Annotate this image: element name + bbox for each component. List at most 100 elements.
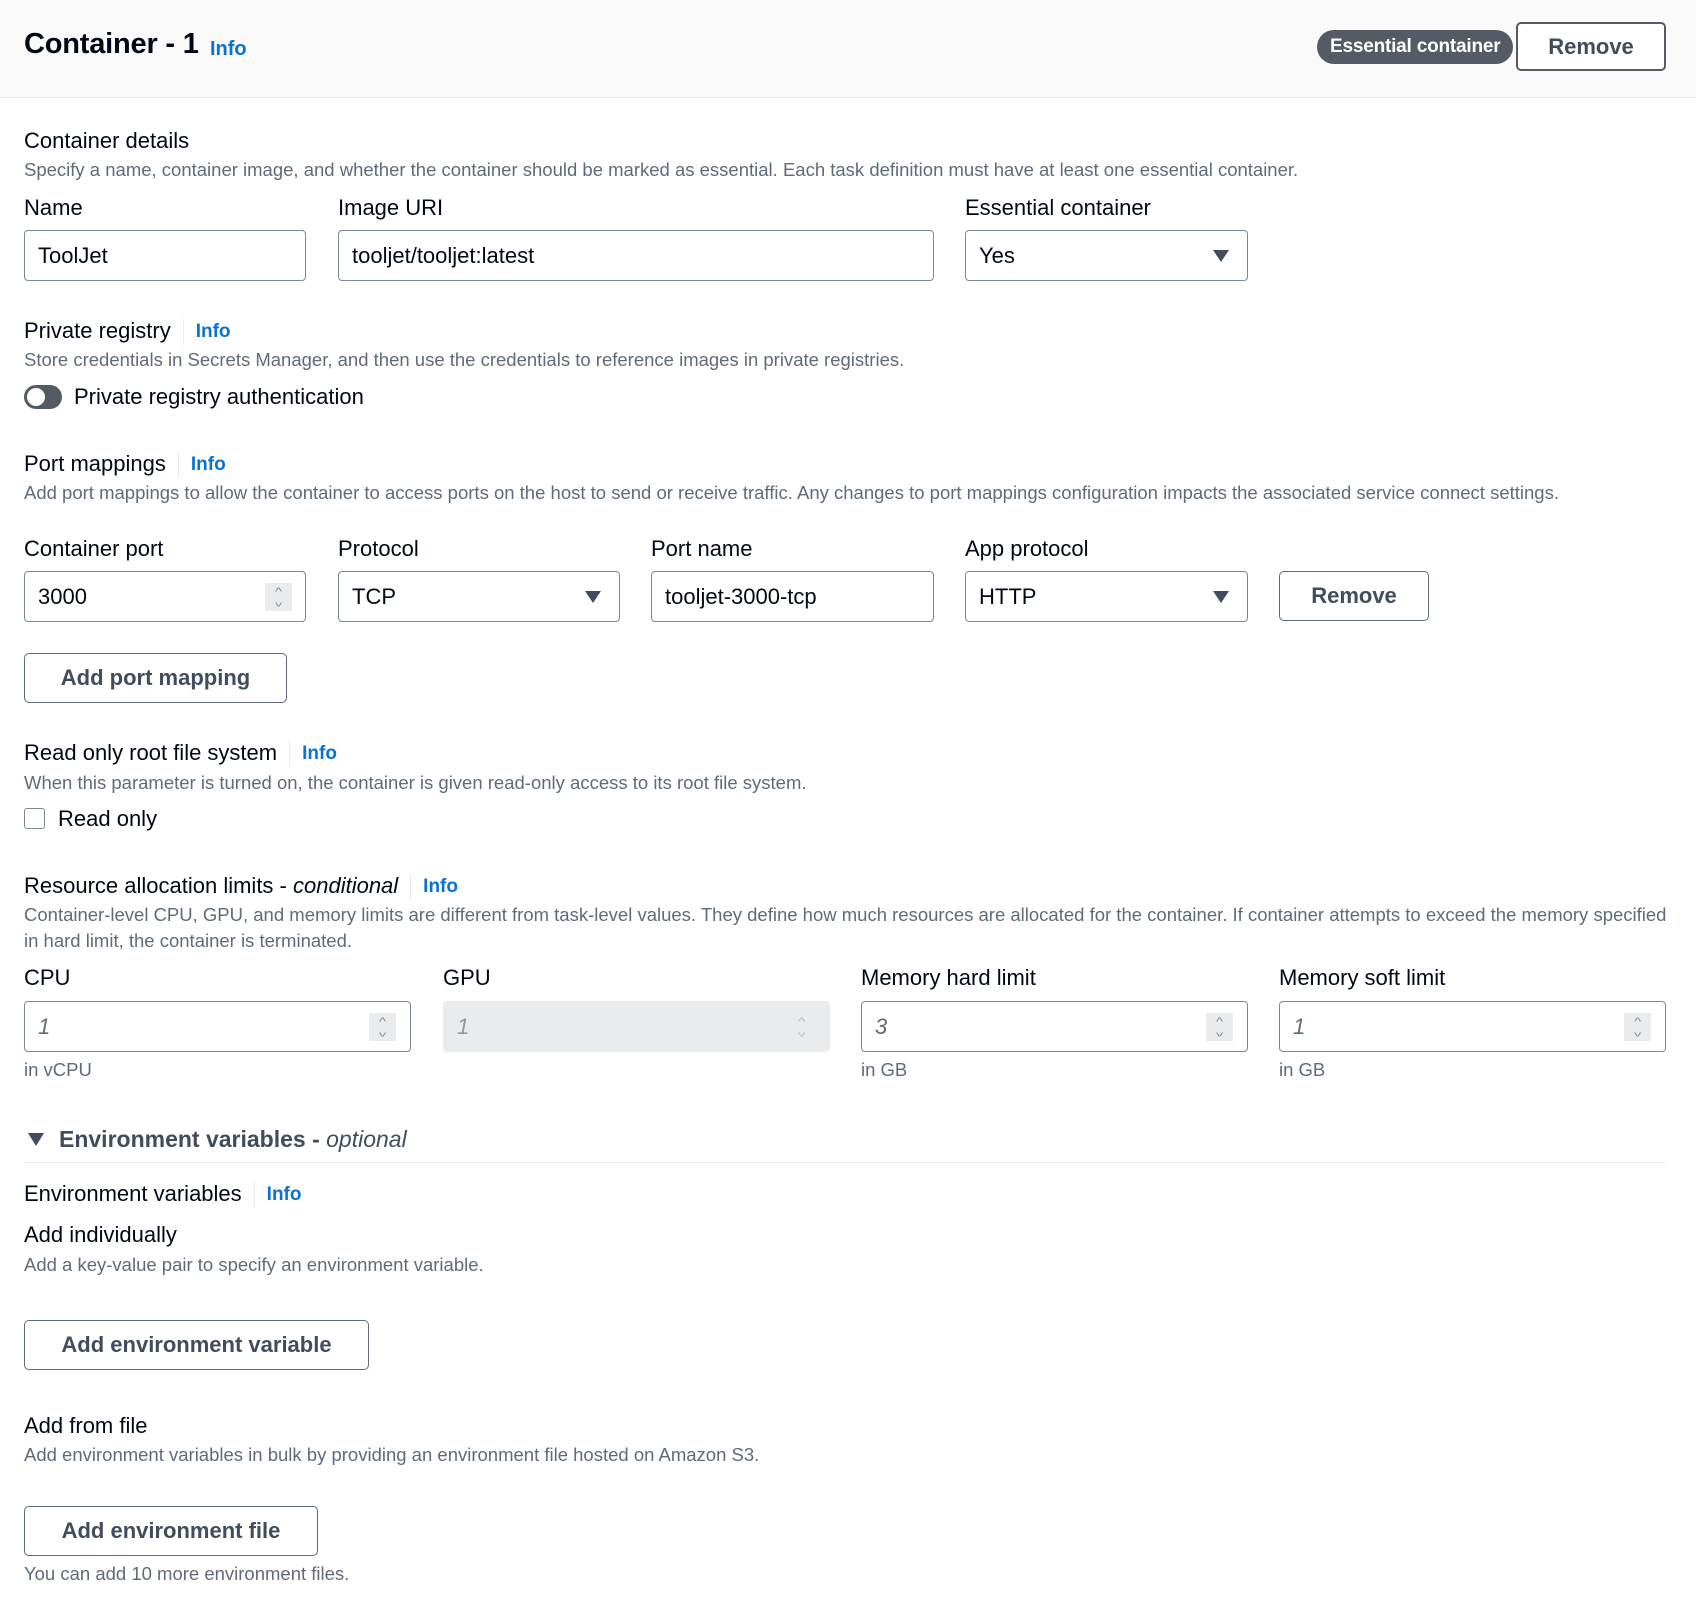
- environment-variables-expander-label: Environment variables - optional: [59, 1126, 407, 1153]
- read-only-info-link[interactable]: Info: [302, 743, 337, 764]
- number-stepper[interactable]: ^ ^: [1624, 1012, 1651, 1041]
- toggle-knob: [27, 388, 45, 406]
- environment-variables-title: Environment variables Info: [24, 1181, 302, 1209]
- add-individually-title: Add individually: [24, 1222, 177, 1247]
- resource-allocation-title-text: Resource allocation limits -: [24, 873, 293, 898]
- port-name-input[interactable]: tooljet-3000-tcp: [651, 571, 934, 622]
- app-protocol-value: HTTP: [979, 583, 1037, 609]
- container-details-description: Specify a name, container image, and whe…: [24, 159, 1299, 180]
- environment-variables-expander[interactable]: Environment variables - optional: [28, 1126, 407, 1153]
- resource-allocation-title: Resource allocation limits - conditional…: [24, 873, 458, 901]
- chevron-down-icon: ^: [1215, 1025, 1224, 1038]
- memory-hard-limit-hint: in GB: [861, 1059, 908, 1080]
- app-protocol-select[interactable]: HTTP: [965, 571, 1248, 622]
- container-info-link[interactable]: Info: [210, 38, 247, 61]
- divider: [253, 1182, 255, 1209]
- resource-allocation-conditional: conditional: [292, 873, 399, 898]
- read-only-description: When this parameter is turned on, the co…: [24, 772, 807, 793]
- add-individually-description: Add a key-value pair to specify an envir…: [24, 1254, 484, 1275]
- name-input[interactable]: ToolJet: [24, 230, 306, 281]
- cpu-label: CPU: [24, 965, 71, 990]
- divider: [410, 874, 412, 901]
- port-mappings-title: Port mappings Info: [24, 451, 226, 479]
- number-stepper[interactable]: ^ ^: [369, 1012, 396, 1041]
- protocol-label: Protocol: [338, 536, 419, 561]
- image-uri-value: tooljet/tooljet:latest: [352, 242, 535, 268]
- chevron-down-icon: ^: [378, 1025, 387, 1038]
- memory-soft-limit-placeholder: 1: [1293, 1013, 1306, 1039]
- memory-soft-limit-hint: in GB: [1279, 1059, 1326, 1080]
- caret-down-icon: [28, 1133, 44, 1146]
- chevron-up-icon: ^: [1633, 1015, 1642, 1028]
- caret-down-icon: [585, 590, 601, 603]
- resource-allocation-info-link[interactable]: Info: [423, 876, 458, 897]
- name-label: Name: [24, 195, 83, 220]
- memory-soft-limit-label: Memory soft limit: [1279, 965, 1446, 990]
- gpu-input: 1 ^ ^: [443, 1001, 830, 1052]
- add-from-file-description: Add environment variables in bulk by pro…: [24, 1444, 760, 1465]
- port-name-label: Port name: [651, 536, 753, 561]
- remove-container-button[interactable]: Remove: [1516, 22, 1666, 71]
- essential-container-label: Essential container: [965, 195, 1151, 220]
- chevron-down-icon: ^: [1633, 1025, 1642, 1038]
- expander-optional-text: optional: [326, 1126, 407, 1152]
- private-registry-description: Store credentials in Secrets Manager, an…: [24, 349, 905, 370]
- divider: [182, 319, 184, 346]
- divider: [177, 452, 179, 479]
- memory-hard-limit-input[interactable]: 3 ^ ^: [861, 1001, 1248, 1052]
- container-port-input[interactable]: 3000 ^ ^: [24, 571, 306, 622]
- private-registry-info-link[interactable]: Info: [196, 321, 231, 342]
- container-header: Container - 1 Info Essential container R…: [0, 0, 1696, 98]
- memory-soft-limit-input[interactable]: 1 ^ ^: [1279, 1001, 1666, 1052]
- memory-hard-limit-label: Memory hard limit: [861, 965, 1036, 990]
- expander-title-text: Environment variables -: [59, 1126, 327, 1152]
- read-only-title-text: Read only root file system: [24, 740, 278, 765]
- resource-allocation-description: Container-level CPU, GPU, and memory lim…: [24, 904, 1667, 951]
- memory-hard-limit-placeholder: 3: [875, 1013, 888, 1039]
- private-registry-title-text: Private registry: [24, 318, 171, 343]
- protocol-value: TCP: [352, 583, 396, 609]
- app-protocol-label: App protocol: [965, 536, 1089, 561]
- add-environment-variable-button[interactable]: Add environment variable: [24, 1320, 369, 1370]
- cpu-hint: in vCPU: [24, 1059, 92, 1080]
- image-uri-input[interactable]: tooljet/tooljet:latest: [338, 230, 934, 281]
- read-only-checkbox-label: Read only: [58, 806, 158, 831]
- read-only-title: Read only root file system Info: [24, 740, 337, 768]
- port-mappings-description: Add port mappings to allow the container…: [24, 482, 1559, 503]
- environment-file-hint: You can add 10 more environment files.: [24, 1563, 350, 1584]
- chevron-down-icon: ^: [797, 1025, 806, 1038]
- environment-variables-info-link[interactable]: Info: [267, 1184, 302, 1205]
- caret-down-icon: [1213, 249, 1229, 262]
- essential-container-value: Yes: [979, 242, 1015, 268]
- cpu-input[interactable]: 1 ^ ^: [24, 1001, 411, 1052]
- chevron-up-icon: ^: [274, 585, 283, 598]
- essential-container-select[interactable]: Yes: [965, 230, 1248, 281]
- image-uri-label: Image URI: [338, 195, 444, 220]
- private-registry-toggle-label: Private registry authentication: [74, 384, 364, 409]
- cpu-placeholder: 1: [38, 1013, 51, 1039]
- port-mappings-info-link[interactable]: Info: [191, 454, 226, 475]
- number-stepper[interactable]: ^ ^: [265, 582, 292, 611]
- gpu-label: GPU: [443, 965, 491, 990]
- protocol-select[interactable]: TCP: [338, 571, 620, 622]
- port-mappings-title-text: Port mappings: [24, 451, 166, 476]
- remove-port-mapping-button[interactable]: Remove: [1279, 571, 1429, 621]
- divider: [289, 741, 291, 768]
- essential-container-badge: Essential container: [1317, 30, 1514, 64]
- port-name-value: tooljet-3000-tcp: [665, 583, 817, 609]
- container-port-label: Container port: [24, 536, 164, 561]
- add-environment-file-button[interactable]: Add environment file: [24, 1506, 318, 1556]
- caret-down-icon: [1213, 590, 1229, 603]
- chevron-up-icon: ^: [378, 1015, 387, 1028]
- container-title: Container - 1: [24, 28, 199, 60]
- container-port-value: 3000: [38, 583, 87, 609]
- private-registry-toggle[interactable]: [24, 385, 62, 409]
- section-divider: [24, 1162, 1666, 1163]
- chevron-up-icon: ^: [1215, 1015, 1224, 1028]
- private-registry-title: Private registry Info: [24, 318, 231, 346]
- add-port-mapping-button[interactable]: Add port mapping: [24, 653, 287, 703]
- number-stepper[interactable]: ^ ^: [1206, 1012, 1233, 1041]
- read-only-checkbox[interactable]: [24, 808, 45, 829]
- number-stepper: ^ ^: [788, 1013, 815, 1041]
- gpu-placeholder: 1: [457, 1013, 470, 1039]
